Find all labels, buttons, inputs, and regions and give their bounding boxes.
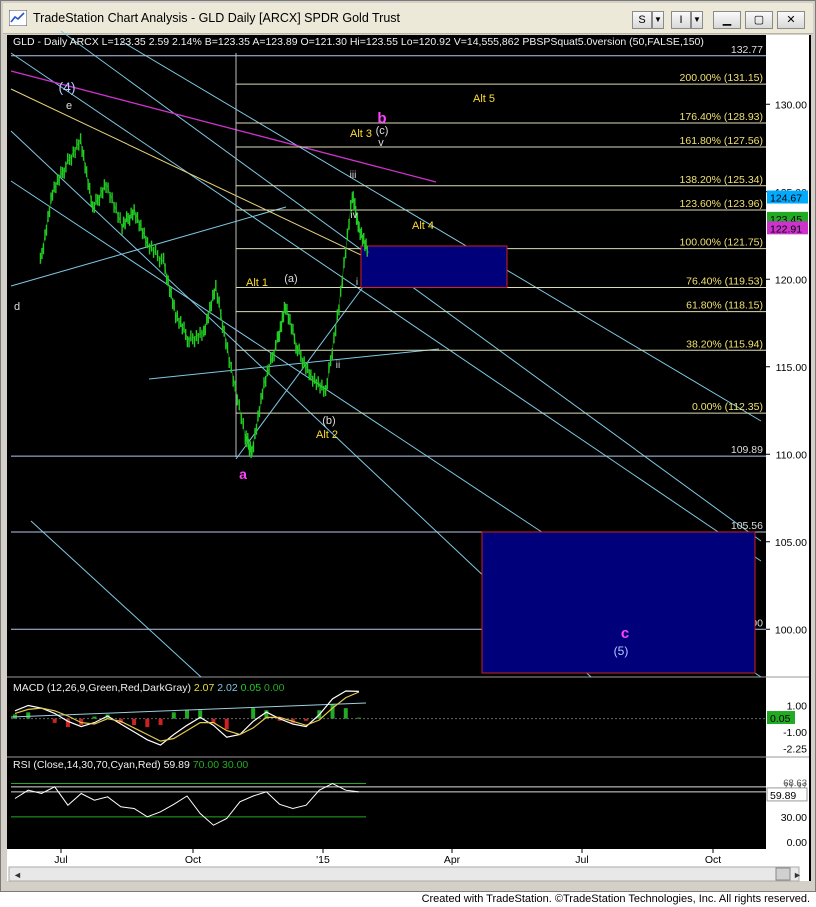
price-level-label: 105.56 [731, 520, 763, 532]
rsi-header: RSI (Close,14,30,70,Cyan,Red) 59.89 70.0… [13, 759, 248, 771]
wave-label: c [621, 625, 629, 642]
price-level-label: 132.77 [731, 44, 763, 56]
time-axis-label: '15 [316, 854, 330, 866]
wave-label: i [356, 277, 358, 288]
wave-label: iii [350, 170, 357, 181]
price-level-label: 100.00% (121.75) [680, 237, 763, 249]
wave-label: d [14, 301, 20, 313]
wave-label: v [378, 137, 384, 149]
price-axis-label: 100.00 [775, 624, 807, 636]
macd-axis-label: -2.25 [783, 743, 807, 755]
horizontal-scrollbar[interactable] [8, 866, 800, 882]
price-axis-label: 130.00 [775, 99, 807, 111]
wave-label: (4) [58, 79, 75, 95]
price-level-label: 123.60% (123.96) [680, 198, 763, 210]
price-level-label: 61.80% (118.15) [686, 300, 763, 312]
macd-header: MACD (12,26,9,Green,Red,DarkGray) 2.07 2… [13, 682, 285, 694]
price-axis-label: 120.00 [775, 274, 807, 286]
wave-label: Alt 2 [316, 429, 338, 441]
price-axis-label: 115.00 [776, 362, 807, 374]
price-level-label: 176.40% (128.93) [680, 111, 763, 123]
macd-axis-label: 1.00 [787, 700, 808, 712]
wave-label: Alt 1 [246, 277, 268, 289]
scroll-right-icon: ► [793, 870, 802, 880]
scrollbar-thumb[interactable] [775, 867, 791, 881]
last-price-tag-label: 122.91 [770, 223, 802, 235]
time-axis-label: Jul [54, 854, 67, 866]
time-axis-label: Oct [185, 854, 201, 866]
wave-label: a [239, 466, 247, 482]
wave-label: Alt 5 [473, 93, 495, 105]
wave-label: Alt 4 [412, 220, 434, 232]
plot-background [7, 35, 811, 881]
price-level-label: 138.20% (125.34) [680, 174, 763, 186]
chart-window: TradeStation Chart Analysis - GLD Daily … [0, 0, 816, 892]
price-level-label: 38.20% (115.94) [686, 338, 763, 350]
rsi-axis-label: 0.00 [787, 837, 808, 849]
wave-label: Alt 3 [350, 128, 372, 140]
wave-label: ii [336, 360, 340, 371]
chart-header: GLD - Daily ARCX L=123.35 2.59 2.14% B=1… [13, 36, 704, 48]
time-axis-label: Oct [705, 854, 721, 866]
wave-label: (5) [614, 644, 629, 658]
last-price-tag-label: 124.67 [770, 193, 802, 205]
wave-label: e [66, 100, 72, 112]
price-axis-label: 105.00 [775, 537, 807, 549]
price-level-label: 76.40% (119.53) [686, 275, 763, 287]
time-axis-label: Apr [444, 854, 461, 866]
time-axis-label: Jul [575, 854, 588, 866]
wave-label: (b) [322, 415, 335, 427]
wave-label: (c) [376, 125, 389, 137]
target-box-small [360, 245, 508, 288]
macd-axis-label: -1.00 [783, 727, 807, 739]
credit-line: Created with TradeStation. ©TradeStation… [421, 893, 810, 905]
price-level-label: 200.00% (131.15) [680, 72, 763, 84]
price-level-label: 161.80% (127.56) [680, 135, 763, 147]
wave-label: (a) [284, 273, 297, 285]
rsi-value-tag-label: 59.89 [770, 790, 796, 802]
wave-label: iv [350, 210, 357, 221]
chart-canvas[interactable]: 132.77 200.00% (131.15) 176.40% (128.93) 16… [1, 1, 816, 893]
scroll-left-icon: ◄ [13, 870, 22, 880]
price-level-label: 109.89 [731, 444, 763, 456]
price-level-label: 0.00% (112.35) [692, 401, 763, 413]
price-axis-label: 110.00 [776, 449, 807, 461]
rsi-axis-label: 30.00 [781, 812, 807, 824]
macd-value-tag-label: 0.05 [770, 713, 791, 725]
